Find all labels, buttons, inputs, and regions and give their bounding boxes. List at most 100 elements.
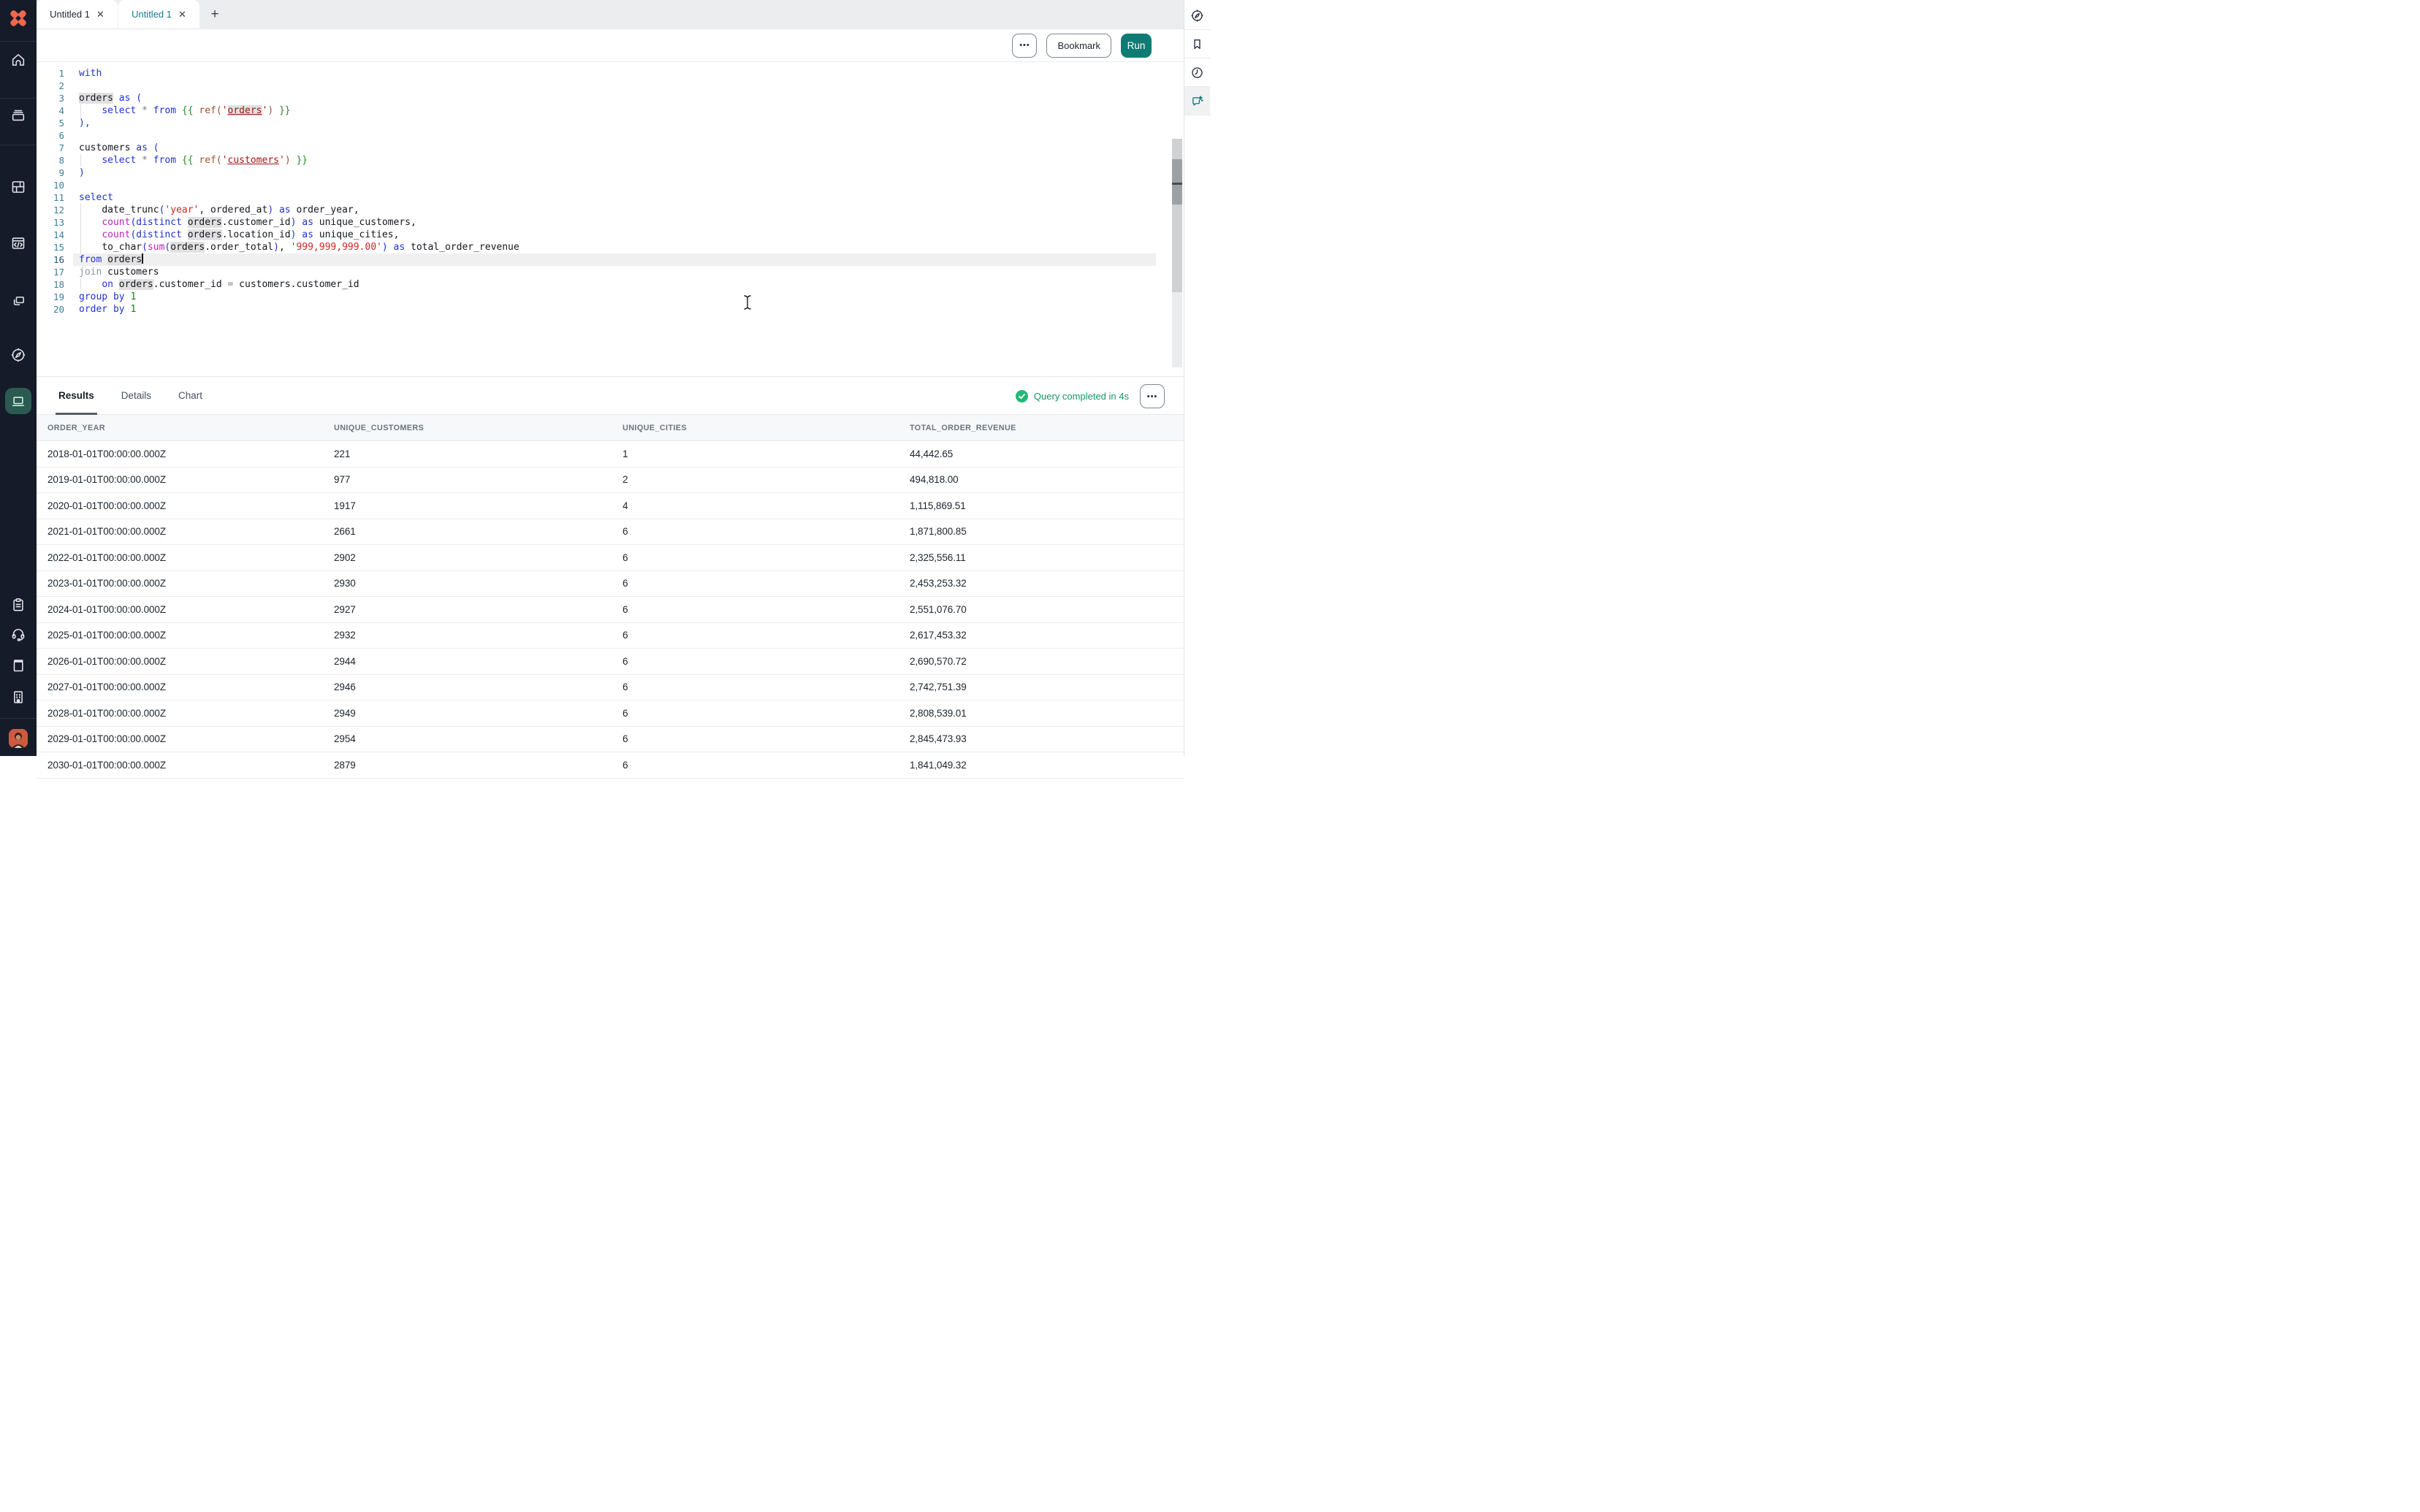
bookmark-button[interactable]: Bookmark — [1046, 34, 1111, 58]
table-cell: 2,617,453.32 — [910, 630, 1184, 641]
sidebar-item-book-docs[interactable] — [0, 652, 37, 679]
table-cell: 1,115,869.51 — [910, 500, 1184, 511]
editor-line-20[interactable]: 20order by 1 — [37, 303, 1184, 316]
column-header-unique_cities[interactable]: UNIQUE_CITIES — [623, 424, 910, 432]
table-cell: 2028-01-01T00:00:00.000Z — [47, 708, 334, 719]
editor-line-18[interactable]: 18 on orders.customer_id = customers.cus… — [37, 278, 1184, 291]
sidebar-item-clipboard[interactable] — [0, 592, 37, 618]
new-tab-button[interactable]: + — [200, 0, 229, 28]
editor-line-15[interactable]: 15 to_char(sum(orders.order_total), '999… — [37, 241, 1184, 253]
right-sidebar-item-clock-history[interactable] — [1184, 58, 1210, 86]
table-row[interactable]: 2025-01-01T00:00:00.000Z293262,617,453.3… — [37, 623, 1184, 649]
table-row[interactable]: 2028-01-01T00:00:00.000Z294962,808,539.0… — [37, 700, 1184, 727]
book-docs-icon — [10, 657, 26, 673]
right-sidebar — [1184, 0, 1210, 756]
editor-tab-1[interactable]: Untitled 1✕ — [37, 0, 118, 28]
tab-label: Untitled 1 — [132, 9, 172, 20]
tab-bar: Untitled 1✕Untitled 1✕+ — [37, 0, 1184, 29]
editor-line-13[interactable]: 13 count(distinct orders.customer_id) as… — [37, 216, 1184, 229]
line-number: 10 — [37, 179, 64, 191]
right-sidebar-divider — [1184, 86, 1211, 87]
sidebar-item-terminal-laptop[interactable] — [0, 388, 37, 414]
editor-line-11[interactable]: 11 select — [37, 191, 1184, 204]
editor-line-16[interactable]: 16from orders — [37, 253, 1184, 266]
code-text: select * from {{ ref('orders') }} — [79, 104, 291, 117]
sidebar-item-dashboard-mosaic[interactable] — [0, 174, 37, 200]
user-avatar[interactable] — [9, 729, 28, 748]
editor-line-10[interactable]: 10 — [37, 179, 1184, 191]
editor-line-3[interactable]: 3orders as ( — [37, 92, 1184, 104]
table-cell: 4 — [623, 500, 910, 511]
sidebar-item-home[interactable] — [0, 47, 37, 73]
results-more-button[interactable]: ••• — [1140, 384, 1165, 408]
editor-line-14[interactable]: 14 count(distinct orders.location_id) as… — [37, 229, 1184, 241]
editor-line-12[interactable]: 12 date_trunc('year', ordered_at) as ord… — [37, 204, 1184, 216]
sidebar-item-compass[interactable] — [0, 342, 37, 368]
table-cell: 2954 — [334, 733, 623, 744]
query-status-text: Query completed in 4s — [1034, 391, 1129, 402]
table-row[interactable]: 2020-01-01T00:00:00.000Z191741,115,869.5… — [37, 493, 1184, 519]
editor-line-17[interactable]: 17join customers — [37, 266, 1184, 278]
code-text: ) — [79, 167, 85, 179]
editor-line-19[interactable]: 19group by 1 — [37, 291, 1184, 303]
more-options-button[interactable]: ••• — [1012, 34, 1037, 58]
editor-toolbar: ••• Bookmark Run — [37, 29, 1184, 62]
table-row[interactable]: 2021-01-01T00:00:00.000Z266161,871,800.8… — [37, 519, 1184, 546]
compass-icon — [1190, 9, 1204, 23]
editor-line-9[interactable]: 9) — [37, 167, 1184, 179]
table-row[interactable]: 2030-01-01T00:00:00.000Z287961,841,049.3… — [37, 752, 1184, 779]
editor-line-8[interactable]: 8 select * from {{ ref('customers') }} — [37, 154, 1184, 167]
results-tab-details[interactable]: Details — [121, 377, 151, 415]
sidebar-item-code-window[interactable] — [0, 230, 37, 256]
sidebar-item-headset-support[interactable] — [0, 621, 37, 647]
editor-line-2[interactable]: 2 — [37, 80, 1184, 92]
table-row[interactable]: 2022-01-01T00:00:00.000Z290262,325,556.1… — [37, 545, 1184, 571]
table-row[interactable]: 2029-01-01T00:00:00.000Z295462,845,473.9… — [37, 727, 1184, 753]
line-number: 19 — [37, 291, 64, 303]
editor-scrollbar[interactable] — [1172, 64, 1182, 367]
table-row[interactable]: 2018-01-01T00:00:00.000Z221144,442.65 — [37, 441, 1184, 467]
column-header-total_order_revenue[interactable]: TOTAL_ORDER_REVENUE — [910, 424, 1184, 432]
results-tab-results[interactable]: Results — [58, 377, 94, 415]
editor-line-1[interactable]: 1with — [37, 67, 1184, 80]
sidebar-item-building-org[interactable] — [0, 684, 37, 710]
bookmark-icon — [1190, 37, 1204, 51]
sidebar-item-windows-overlap[interactable] — [0, 288, 37, 314]
sidebar-item-inbox-tray[interactable] — [0, 102, 37, 129]
check-circle-icon — [1016, 390, 1028, 402]
table-row[interactable]: 2019-01-01T00:00:00.000Z9772494,818.00 — [37, 467, 1184, 494]
table-row[interactable]: 2026-01-01T00:00:00.000Z294462,690,570.7… — [37, 649, 1184, 675]
line-number: 8 — [37, 154, 64, 167]
editor-line-6[interactable]: 6 — [37, 129, 1184, 142]
right-sidebar-item-compass[interactable] — [1184, 1, 1210, 29]
terminal-laptop-icon — [10, 393, 26, 409]
table-cell: 2029-01-01T00:00:00.000Z — [47, 733, 334, 744]
table-cell: 2020-01-01T00:00:00.000Z — [47, 500, 334, 511]
scrollbar-thumb[interactable] — [1172, 159, 1182, 205]
table-row[interactable]: 2023-01-01T00:00:00.000Z293062,453,253.3… — [37, 571, 1184, 597]
editor-line-7[interactable]: 7customers as ( — [37, 142, 1184, 154]
column-header-order_year[interactable]: ORDER_YEAR — [47, 424, 334, 432]
run-button[interactable]: Run — [1121, 34, 1152, 58]
table-row[interactable]: 2027-01-01T00:00:00.000Z294662,742,751.3… — [37, 675, 1184, 701]
results-tab-chart[interactable]: Chart — [178, 377, 202, 415]
editor-line-5[interactable]: 5), — [37, 117, 1184, 129]
table-cell: 2927 — [334, 604, 623, 615]
table-row[interactable]: 2024-01-01T00:00:00.000Z292762,551,076.7… — [37, 597, 1184, 623]
close-icon[interactable]: ✕ — [178, 9, 186, 19]
right-sidebar-item-ai-chat-sparkle[interactable] — [1184, 87, 1210, 115]
close-icon[interactable]: ✕ — [96, 9, 104, 19]
current-line-highlight — [73, 253, 1156, 266]
line-number: 11 — [37, 191, 64, 204]
editor-line-4[interactable]: 4 select * from {{ ref('orders') }} — [37, 104, 1184, 117]
code-text: select — [79, 191, 113, 204]
column-header-unique_customers[interactable]: UNIQUE_CUSTOMERS — [334, 424, 623, 432]
paradime-logo-icon[interactable] — [7, 7, 29, 29]
editor-tab-2[interactable]: Untitled 1 ✕ — [118, 0, 199, 28]
sidebar-divider — [0, 98, 37, 99]
table-cell: 1917 — [334, 500, 623, 511]
table-cell: 2,690,570.72 — [910, 656, 1184, 667]
code-text: join customers — [79, 266, 159, 278]
sql-editor[interactable]: 1with23orders as (4 select * from {{ ref… — [37, 62, 1184, 376]
right-sidebar-item-bookmark[interactable] — [1184, 30, 1210, 58]
